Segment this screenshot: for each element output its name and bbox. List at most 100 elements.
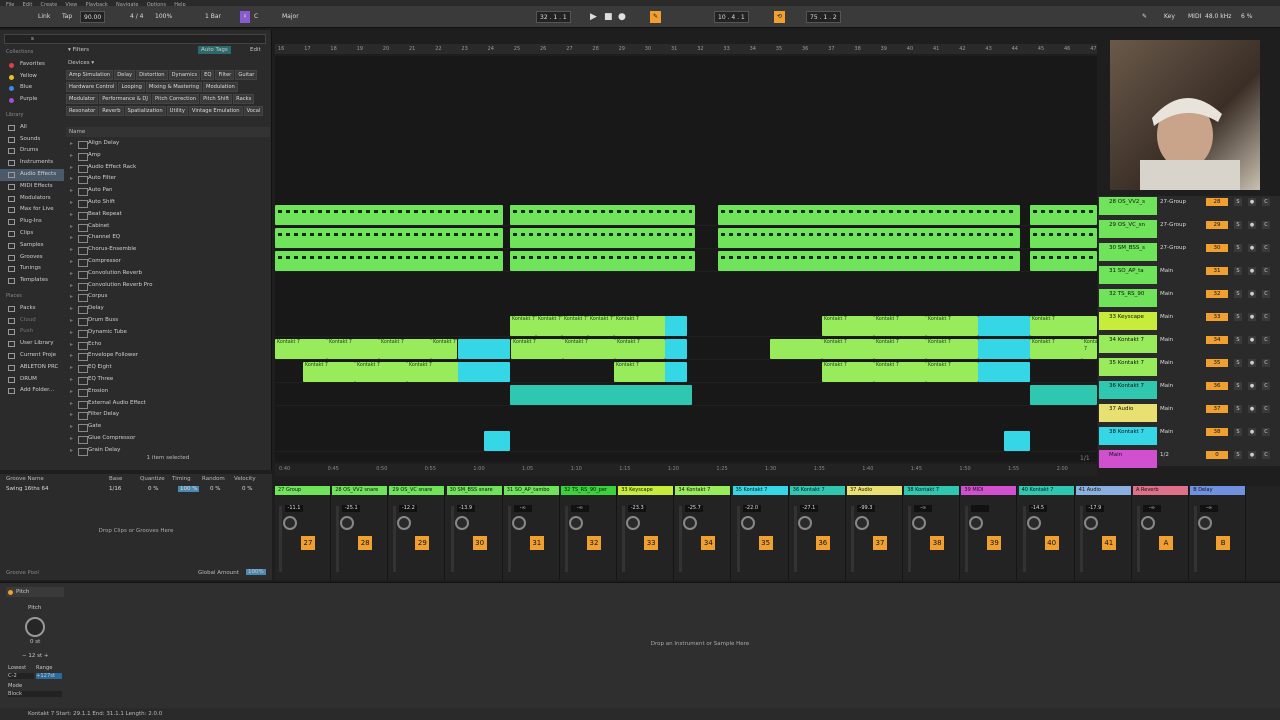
volume-value[interactable]: -25.1 — [342, 505, 361, 512]
tag-button[interactable]: Modulator — [66, 94, 99, 104]
track-routing[interactable]: 27-Group — [1160, 245, 1200, 253]
solo-button[interactable]: S — [1234, 382, 1242, 390]
track-header[interactable]: 37 Audio Main 37 S ● C — [1098, 403, 1280, 423]
monitor-icon[interactable]: C — [1262, 359, 1270, 367]
arrangement-clip[interactable]: Kontakt 7 — [822, 362, 874, 382]
arrangement-clip[interactable]: Kontakt 7 — [588, 316, 614, 336]
track-number[interactable]: 0 — [1206, 451, 1228, 459]
arrangement-clip[interactable]: Kontakt 7 — [822, 316, 874, 336]
pan-knob[interactable] — [969, 516, 984, 530]
library-samples[interactable]: Samples — [0, 240, 64, 252]
link-button[interactable]: Link — [38, 11, 50, 23]
solo-button[interactable]: S — [1234, 244, 1242, 252]
mixer-strip[interactable]: 39 MIDI 39 — [961, 486, 1018, 580]
tag-button[interactable]: Performance & DJ — [99, 94, 151, 104]
arrangement-clip[interactable]: Kontakt 7 — [926, 362, 978, 382]
track-activator[interactable]: 28 — [358, 536, 373, 550]
track-routing[interactable]: 27-Group — [1160, 199, 1200, 207]
scale-icon[interactable]: ♯ — [240, 11, 250, 23]
arrangement-clip[interactable]: Kontakt 7 — [303, 362, 355, 382]
track-header[interactable]: 35 Kontakt 7 Main 35 S ● C — [1098, 357, 1280, 377]
arrangement-clip[interactable]: Kontakt 7 — [822, 339, 874, 359]
loop-icon[interactable]: ⟲ — [774, 11, 785, 23]
track-activator[interactable]: 29 — [415, 536, 430, 550]
tag-button[interactable]: Racks — [233, 94, 255, 104]
arrangement-clip[interactable] — [1030, 228, 1097, 248]
track-name[interactable]: 30 SM_BSS_s — [1099, 243, 1157, 261]
arrangement-clip[interactable] — [275, 251, 503, 271]
tap-button[interactable]: Tap — [62, 11, 72, 23]
track-number[interactable]: 35 — [1206, 359, 1228, 367]
device-list-item[interactable]: Convolution Reverb Pro — [66, 280, 270, 292]
device-list-item[interactable]: Amp — [66, 150, 270, 162]
pan-knob[interactable] — [1198, 516, 1213, 530]
device-list-item[interactable]: Chorus-Ensemble — [66, 244, 270, 256]
mixer-strip[interactable]: 36 Kontakt 7 -27.1 36 — [789, 486, 846, 580]
arrangement-clip[interactable]: Kontakt 7 — [1030, 339, 1082, 359]
key-select[interactable]: C — [254, 11, 258, 23]
arrangement-clip[interactable] — [665, 316, 687, 336]
mixer-strip[interactable]: 30 SM_BSS snare -13.9 30 — [446, 486, 503, 580]
library-audio-effects[interactable]: Audio Effects — [0, 168, 64, 181]
monitor-icon[interactable]: C — [1262, 405, 1270, 413]
arm-icon[interactable]: ● — [1248, 267, 1256, 275]
groove-drop-zone[interactable]: Drop Clips or Grooves Here — [0, 528, 272, 534]
device-list-item[interactable]: Dynamic Tube — [66, 327, 270, 339]
solo-button[interactable]: S — [1234, 359, 1242, 367]
mixer-strip[interactable]: 32 TS_RS_90_per -∞ 32 — [561, 486, 617, 580]
overdub-icon[interactable]: ✎ — [650, 11, 661, 23]
device-list-item[interactable]: Convolution Reverb — [66, 268, 270, 280]
arm-icon[interactable]: ● — [1248, 405, 1256, 413]
solo-button[interactable]: S — [1234, 428, 1242, 436]
track-name[interactable]: 34 Kontakt 7 — [1099, 335, 1157, 353]
solo-button[interactable]: S — [1234, 221, 1242, 229]
tag-button[interactable]: Delay — [114, 70, 136, 80]
track-number[interactable]: 38 — [1206, 428, 1228, 436]
arrangement-clip[interactable]: Kontakt 7 — [275, 339, 327, 359]
mixer-strip[interactable]: 28 OS_VV2 snare -25.1 28 — [332, 486, 389, 580]
arrangement-clip[interactable] — [1004, 431, 1030, 451]
track-number[interactable]: 34 — [1206, 336, 1228, 344]
device-list-item[interactable]: Echo — [66, 339, 270, 351]
library-instruments[interactable]: Instruments — [0, 157, 64, 169]
stop-icon[interactable]: ■ — [604, 11, 613, 23]
device-title[interactable]: Pitch — [6, 587, 64, 597]
tag-button[interactable]: EQ — [201, 70, 215, 80]
strip-title[interactable]: 32 TS_RS_90_per — [561, 486, 616, 495]
track-routing[interactable]: Main — [1160, 314, 1200, 322]
strip-title[interactable]: 39 MIDI — [961, 486, 1017, 495]
track-activator[interactable]: 33 — [644, 536, 659, 550]
track-lane[interactable] — [275, 384, 1097, 406]
device-list-item[interactable]: Align Delay — [66, 138, 270, 150]
track-lane[interactable] — [275, 204, 1097, 226]
solo-button[interactable]: S — [1234, 405, 1242, 413]
tag-button[interactable]: Distortion — [136, 70, 168, 80]
arrangement-clip[interactable] — [484, 431, 510, 451]
song-position[interactable]: 32 . 1 . 1 — [536, 11, 571, 23]
arm-icon[interactable]: ● — [1248, 313, 1256, 321]
tag-button[interactable]: Vintage Emulation — [188, 106, 243, 116]
volume-value[interactable]: -∞ — [1200, 505, 1219, 512]
track-activator[interactable]: 32 — [587, 536, 601, 550]
device-list-item[interactable]: EQ Eight — [66, 362, 270, 374]
strip-title[interactable]: 27 Group — [275, 486, 330, 495]
loop-start[interactable]: 10 . 4 . 1 — [714, 11, 749, 23]
global-amount-value[interactable]: 100% — [246, 569, 266, 575]
track-header[interactable]: 34 Kontakt 7 Main 34 S ● C — [1098, 334, 1280, 354]
tag-button[interactable]: Guitar — [235, 70, 258, 80]
track-name[interactable]: 28 OS_VV2_s — [1099, 197, 1157, 215]
arrangement-clip[interactable]: Kontakt 7 — [510, 316, 536, 336]
monitor-icon[interactable]: C — [1262, 382, 1270, 390]
arm-icon[interactable]: ● — [1248, 451, 1256, 459]
solo-button[interactable]: S — [1234, 198, 1242, 206]
solo-button[interactable]: S — [1234, 336, 1242, 344]
monitor-icon[interactable]: C — [1262, 451, 1270, 459]
mixer-strip[interactable]: 41 Audio -17.9 41 — [1075, 486, 1132, 580]
track-name[interactable]: 36 Kontakt 7 — [1099, 381, 1157, 399]
pan-knob[interactable] — [397, 516, 412, 530]
key-map-button[interactable]: Key — [1164, 11, 1175, 23]
arrangement-clip[interactable]: Kontakt 7 — [926, 339, 978, 359]
track-header[interactable]: Main 1/2 0 S ● C — [1098, 449, 1280, 469]
track-routing[interactable]: Main — [1160, 383, 1200, 391]
track-name[interactable]: 31 SO_AP_ta — [1099, 266, 1157, 284]
